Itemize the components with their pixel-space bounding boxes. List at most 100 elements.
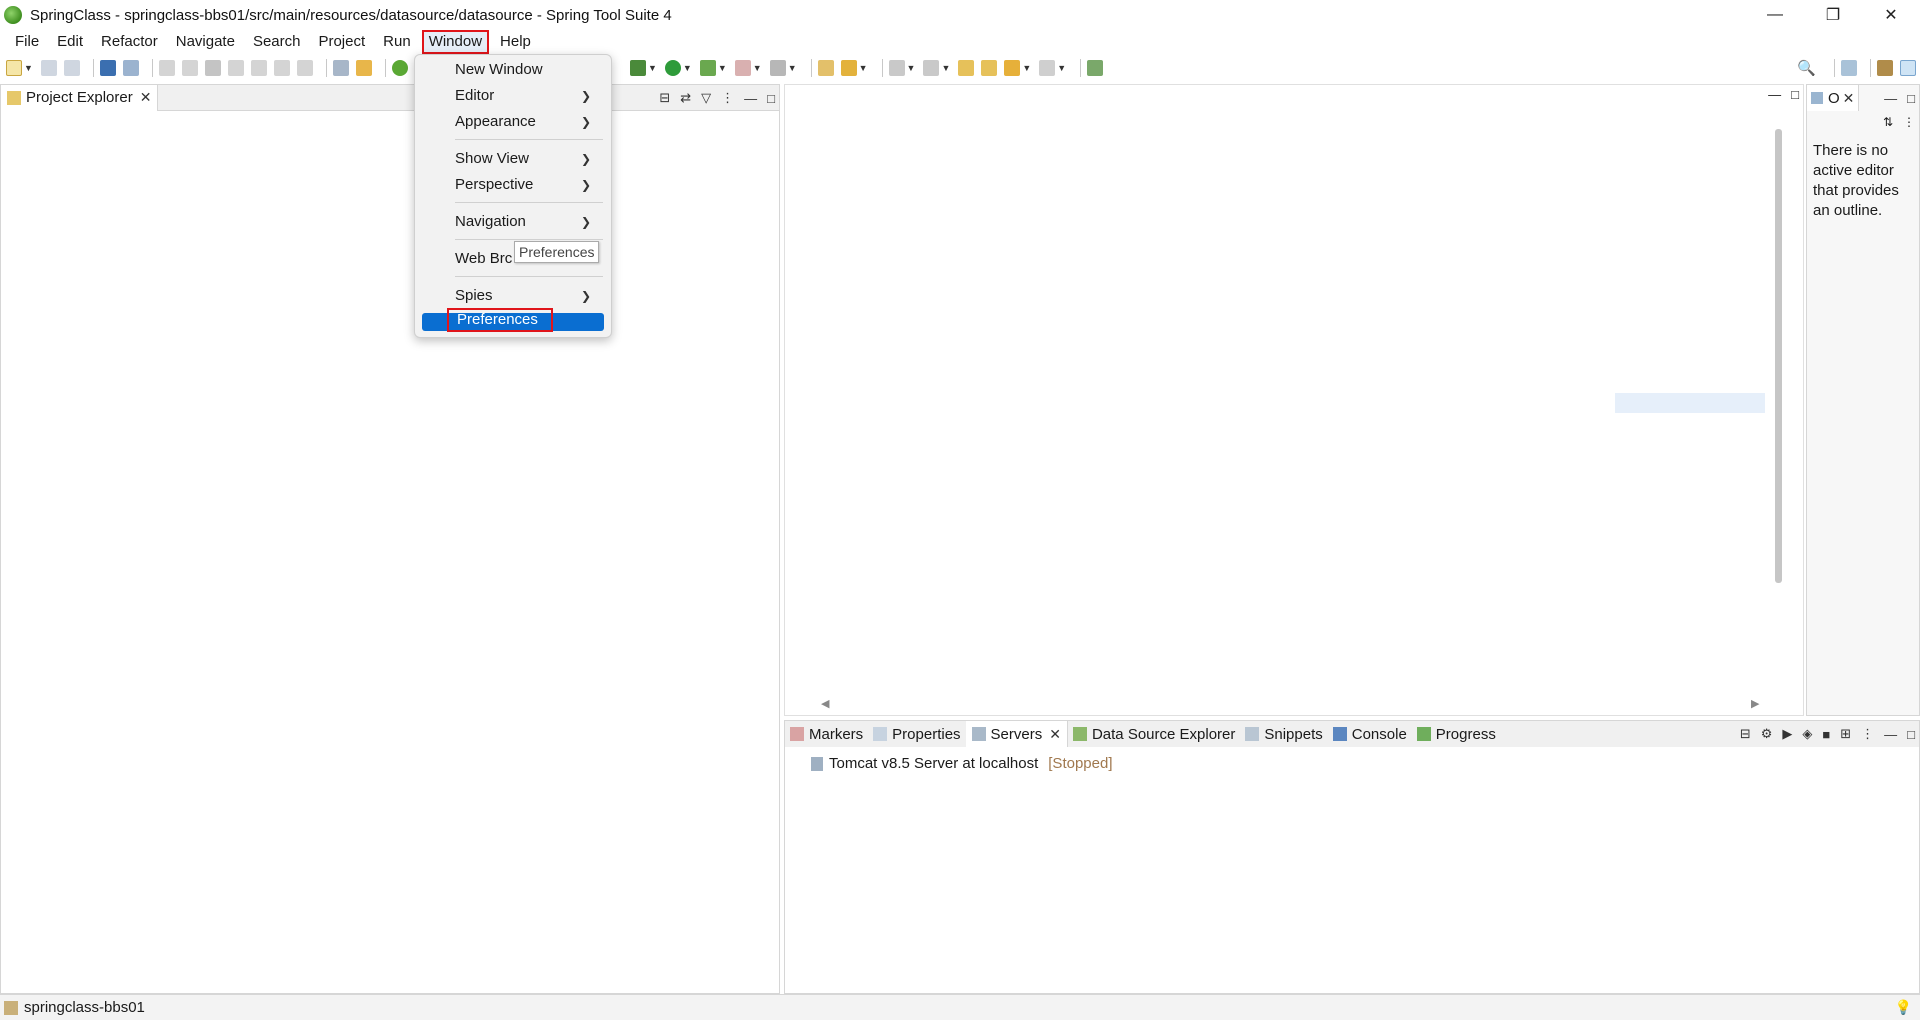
menu-edit[interactable]: Edit xyxy=(50,30,90,54)
menu-item-preferences[interactable]: Preferences xyxy=(447,308,553,332)
pen-dropdown-icon[interactable]: ▼ xyxy=(859,63,868,73)
close-tab-icon[interactable]: ✕ xyxy=(140,89,152,106)
scroll-right-icon[interactable]: ▶ xyxy=(1751,697,1759,710)
menu-file[interactable]: File xyxy=(8,30,46,54)
start-server-icon[interactable]: ▶ xyxy=(1782,726,1792,742)
close-button[interactable]: ✕ xyxy=(1862,0,1920,30)
publish-icon[interactable]: ⊞ xyxy=(1840,726,1851,742)
skip-breakpoints-icon[interactable] xyxy=(122,60,139,76)
stop-server-icon[interactable]: ■ xyxy=(1822,727,1830,742)
scroll-left-icon[interactable]: ◀ xyxy=(821,697,829,710)
stop-dropdown-icon[interactable]: ▼ xyxy=(753,63,762,73)
maximize-editor-icon[interactable]: □ xyxy=(1791,87,1799,102)
menu-item-editor[interactable]: Editor xyxy=(455,84,494,108)
minimize-editor-icon[interactable]: — xyxy=(1768,87,1781,102)
menu-item-show-view[interactable]: Show View xyxy=(455,147,529,171)
menu-navigate[interactable]: Navigate xyxy=(169,30,242,54)
external-tools-dropdown-icon[interactable]: ▼ xyxy=(788,63,797,73)
save-all-icon[interactable] xyxy=(63,60,80,76)
open-folder-icon[interactable] xyxy=(817,60,834,76)
step-return-icon[interactable] xyxy=(296,60,313,76)
resume-icon[interactable] xyxy=(158,60,175,76)
tab-data-source-explorer[interactable]: Data Source Explorer xyxy=(1068,721,1240,747)
link-with-editor-icon[interactable]: ⇄ xyxy=(680,90,691,106)
collapse-all-icon[interactable]: ⊟ xyxy=(659,90,670,106)
coverage-icon[interactable] xyxy=(699,60,716,76)
minimize-outline-icon[interactable]: — xyxy=(1884,91,1897,106)
coverage-dropdown-icon[interactable]: ▼ xyxy=(718,63,727,73)
tab-snippets[interactable]: Snippets xyxy=(1240,721,1327,747)
sort-icon[interactable]: ⇅ xyxy=(1883,115,1893,129)
forward-dropdown-icon[interactable]: ▼ xyxy=(1057,63,1066,73)
save-icon[interactable] xyxy=(40,60,57,76)
spring-boot-icon[interactable] xyxy=(391,60,408,76)
new-dropdown-icon[interactable]: ▼ xyxy=(24,63,33,73)
disconnect-icon[interactable] xyxy=(227,60,244,76)
minimize-view-icon[interactable]: — xyxy=(744,91,757,106)
maximize-view-icon[interactable]: □ xyxy=(767,91,775,106)
view-menu-icon[interactable]: ⋮ xyxy=(721,90,734,106)
prev-annotation-icon[interactable] xyxy=(923,60,940,76)
maximize-outline-icon[interactable]: □ xyxy=(1907,91,1915,106)
minimize-button[interactable]: — xyxy=(1746,0,1804,30)
profile-server-icon[interactable]: ◈ xyxy=(1802,726,1812,742)
menu-refactor[interactable]: Refactor xyxy=(94,30,165,54)
tab-markers[interactable]: Markers xyxy=(785,721,868,747)
vertical-scrollbar[interactable] xyxy=(1775,129,1782,583)
menu-item-appearance[interactable]: Appearance xyxy=(455,110,536,134)
search-icon[interactable]: 🔍 xyxy=(1797,59,1816,77)
next-annotation-icon[interactable] xyxy=(888,60,905,76)
external-tools-icon[interactable] xyxy=(769,60,786,76)
menu-window[interactable]: Window xyxy=(421,30,490,54)
tab-servers[interactable]: Servers ✕ xyxy=(965,721,1068,747)
java-perspective-icon[interactable] xyxy=(1877,60,1893,76)
spring-perspective-icon[interactable] xyxy=(1900,60,1916,76)
suspend-icon[interactable] xyxy=(181,60,198,76)
run-dropdown-icon[interactable]: ▼ xyxy=(683,63,692,73)
open-perspective-icon[interactable] xyxy=(1841,60,1857,76)
menu-item-spies[interactable]: Spies xyxy=(455,284,493,308)
outline-menu-icon[interactable]: ⋮ xyxy=(1903,115,1915,129)
menu-item-perspective[interactable]: Perspective xyxy=(455,173,533,197)
search-tool-icon[interactable] xyxy=(355,60,372,76)
new-icon[interactable] xyxy=(6,60,22,76)
menu-search[interactable]: Search xyxy=(246,30,308,54)
prev-annotation-dropdown-icon[interactable]: ▼ xyxy=(941,63,950,73)
next-annotation-dropdown-icon[interactable]: ▼ xyxy=(907,63,916,73)
tab-project-explorer[interactable]: Project Explorer ✕ xyxy=(1,84,159,111)
close-outline-icon[interactable]: ✕ xyxy=(1843,90,1855,107)
back-edit-icon[interactable] xyxy=(981,60,998,76)
back-dropdown-icon[interactable]: ▼ xyxy=(1022,63,1031,73)
collapse-icon[interactable]: ⊟ xyxy=(1740,726,1751,742)
menu-item-navigation[interactable]: Navigation xyxy=(455,210,526,234)
stop-icon[interactable] xyxy=(734,60,751,76)
tab-progress[interactable]: Progress xyxy=(1412,721,1501,747)
close-servers-tab-icon[interactable]: ✕ xyxy=(1049,726,1061,743)
step-over-icon[interactable] xyxy=(273,60,290,76)
tab-properties[interactable]: Properties xyxy=(868,721,965,747)
tab-console[interactable]: Console xyxy=(1328,721,1412,747)
tip-lightbulb-icon[interactable]: 💡 xyxy=(1895,999,1912,1016)
menu-item-new-window[interactable]: New Window xyxy=(455,58,543,82)
menu-run[interactable]: Run xyxy=(376,30,418,54)
debug-icon[interactable] xyxy=(630,60,646,76)
forward-icon[interactable] xyxy=(1039,60,1056,76)
tab-outline[interactable]: O ✕ xyxy=(1807,85,1860,111)
terminal-icon[interactable] xyxy=(99,60,116,76)
run-icon[interactable] xyxy=(664,60,681,76)
terminate-icon[interactable] xyxy=(204,60,221,76)
maximize-bottom-icon[interactable]: □ xyxy=(1907,727,1915,742)
minimize-bottom-icon[interactable]: — xyxy=(1884,727,1897,742)
pin-editor-icon[interactable] xyxy=(1087,60,1104,76)
open-type-icon[interactable] xyxy=(332,60,349,76)
step-into-icon[interactable] xyxy=(250,60,267,76)
menu-project[interactable]: Project xyxy=(311,30,372,54)
server-row[interactable]: Tomcat v8.5 Server at localhost [Stopped… xyxy=(811,755,1112,772)
restore-button[interactable]: ❐ xyxy=(1804,0,1862,30)
servers-menu-icon[interactable]: ⋮ xyxy=(1861,726,1874,742)
filter-icon[interactable]: ▽ xyxy=(701,90,711,106)
last-edit-icon[interactable] xyxy=(958,60,975,76)
debug-dropdown-icon[interactable]: ▼ xyxy=(648,63,657,73)
debug-server-icon[interactable]: ⚙ xyxy=(1761,726,1773,742)
menu-help[interactable]: Help xyxy=(493,30,538,54)
